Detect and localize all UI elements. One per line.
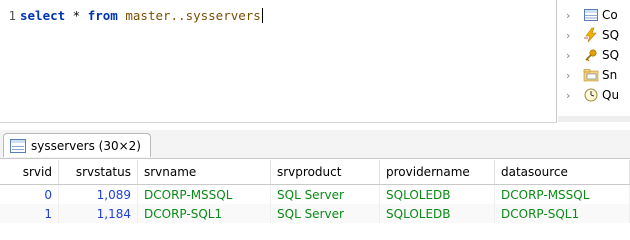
column-header-providername[interactable]: providername: [379, 160, 495, 185]
result-grid[interactable]: srvid srvstatus srvname srvproduct provi…: [0, 160, 630, 223]
text-caret: [261, 7, 263, 23]
chevron-right-icon[interactable]: ›: [566, 9, 574, 22]
tree-item-label: Co: [602, 8, 618, 22]
table-reference: master..sysservers: [117, 7, 261, 23]
cell-srvname[interactable]: DCORP-SQL1: [137, 204, 271, 223]
star-token: *: [65, 7, 88, 23]
column-header-srvid[interactable]: srvid: [0, 160, 59, 185]
chevron-right-icon[interactable]: ›: [566, 69, 574, 82]
cell-srvname[interactable]: DCORP-MSSQL: [137, 184, 271, 204]
cell-srvproduct[interactable]: SQL Server: [270, 184, 380, 204]
tab-label: sysservers (30×2): [31, 138, 141, 153]
code-line-1: 1 select * from master..sysservers: [0, 7, 263, 23]
tree-item-queries[interactable]: › Qu: [566, 85, 619, 105]
tree-item-sql-2[interactable]: › SQ: [566, 45, 619, 65]
results-tabbar: sysservers (30×2): [0, 130, 630, 159]
column-header-srvproduct[interactable]: srvproduct: [270, 160, 380, 185]
cell-providername[interactable]: SQLOLEDB: [379, 204, 495, 223]
table-row[interactable]: 1 1,184 DCORP-SQL1 SQL Server SQLOLEDB D…: [0, 204, 630, 223]
query-clock-icon: [583, 87, 599, 103]
column-header-srvstatus[interactable]: srvstatus: [58, 160, 138, 185]
cell-providername[interactable]: SQLOLEDB: [379, 184, 495, 204]
keyword-from: from: [87, 7, 118, 23]
line-number: 1: [8, 7, 16, 23]
tree-scrollbar[interactable]: [558, 116, 630, 122]
table-icon: [10, 138, 26, 153]
cell-datasource[interactable]: DCORP-MSSQL: [494, 184, 630, 204]
table-row[interactable]: 0 1,089 DCORP-MSSQL SQL Server SQLOLEDB …: [0, 184, 630, 204]
grid-header-row: srvid srvstatus srvname srvproduct provi…: [0, 160, 630, 185]
chevron-right-icon[interactable]: ›: [566, 89, 574, 102]
chevron-right-icon[interactable]: ›: [566, 49, 574, 62]
chevron-right-icon[interactable]: ›: [566, 29, 574, 42]
tree-item-connections[interactable]: › Co: [566, 5, 618, 25]
cell-srvid[interactable]: 0: [0, 184, 59, 204]
sql-editor[interactable]: 1 select * from master..sysservers: [0, 0, 557, 123]
cell-srvproduct[interactable]: SQL Server: [270, 204, 380, 223]
tree-item-label: SQ: [602, 28, 620, 42]
tree-item-label: Qu: [602, 88, 620, 102]
cell-srvstatus[interactable]: 1,184: [58, 204, 138, 223]
keyword-select: select: [20, 7, 66, 23]
table-icon: [583, 7, 599, 23]
tree-item-sql-1[interactable]: › SQ: [566, 25, 619, 45]
tree-item-snippets[interactable]: › Sn: [566, 65, 617, 85]
column-header-datasource[interactable]: datasource: [494, 160, 630, 185]
cell-srvid[interactable]: 1: [0, 204, 59, 223]
cell-datasource[interactable]: DCORP-SQL1: [494, 204, 630, 223]
tree-item-label: SQ: [602, 48, 620, 62]
object-tree[interactable]: › Co › SQ › SQ › Sn › Qu: [558, 0, 630, 122]
sql-key-icon: [583, 47, 599, 63]
tab-sysservers[interactable]: sysservers (30×2): [3, 133, 151, 157]
tree-item-label: Sn: [602, 68, 618, 82]
sql-lightning-icon: [583, 27, 599, 43]
column-header-srvname[interactable]: srvname: [137, 160, 271, 185]
snippet-folder-icon: [583, 67, 599, 83]
cell-srvstatus[interactable]: 1,089: [58, 184, 138, 204]
